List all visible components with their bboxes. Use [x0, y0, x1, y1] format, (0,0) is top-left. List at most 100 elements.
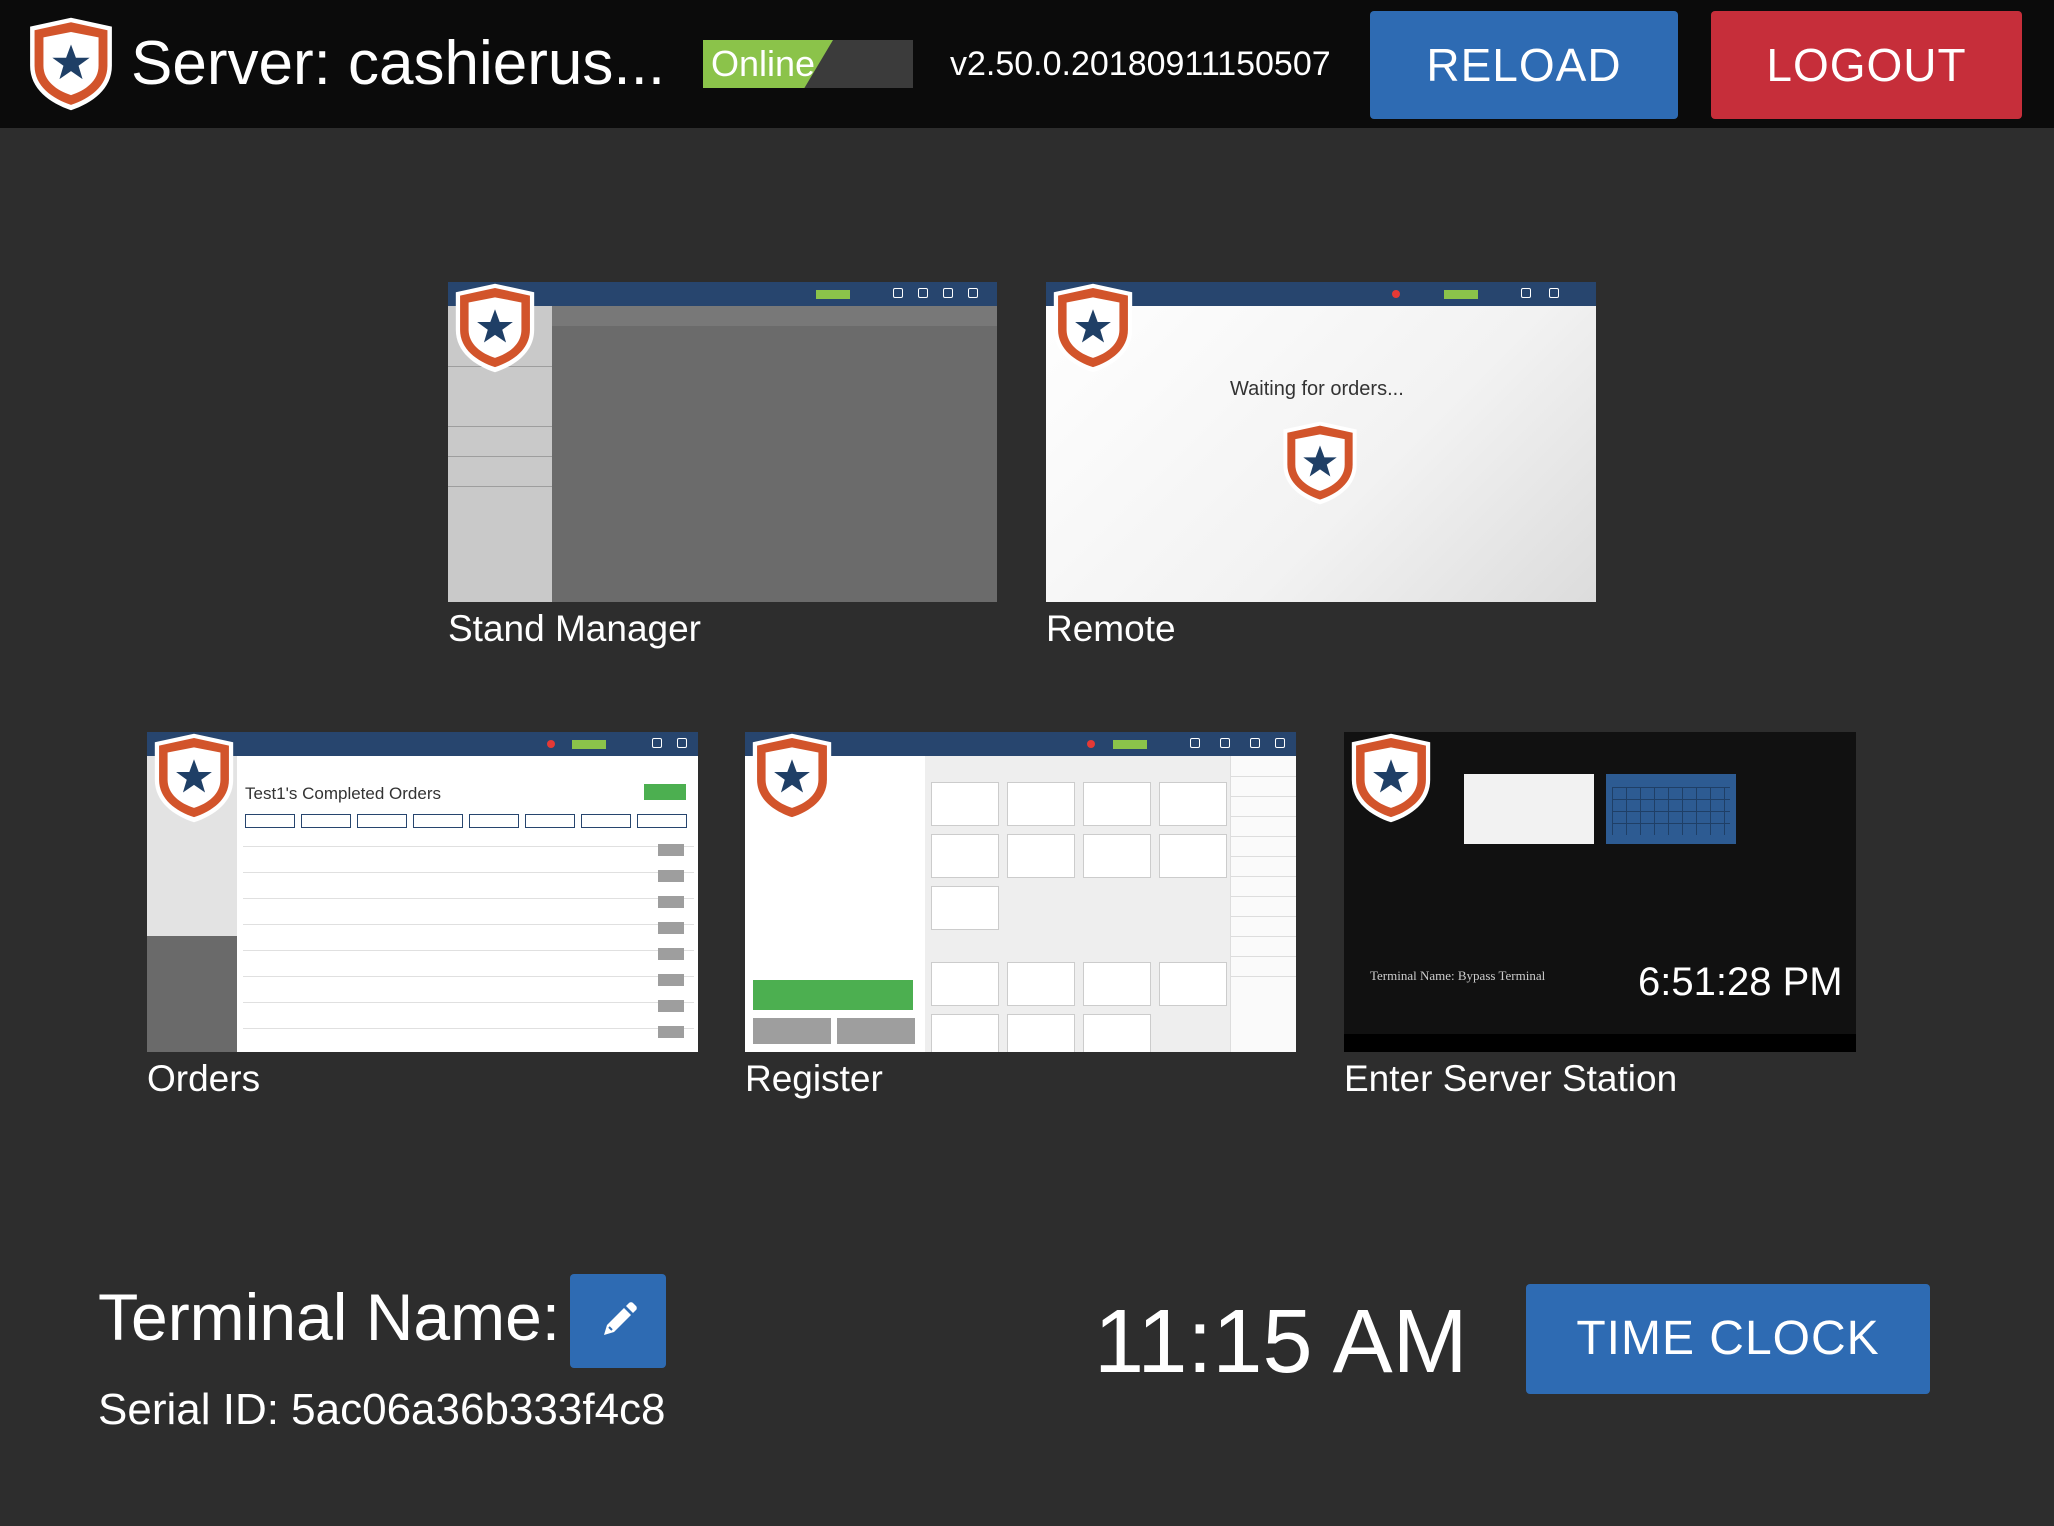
app-tile-orders[interactable]: Test1's Completed Orders Orders [147, 732, 698, 1102]
divider [1231, 976, 1296, 977]
app-label: Stand Manager [448, 608, 702, 649]
mini-keypad [1612, 787, 1730, 835]
exact-cash-button [753, 1018, 831, 1044]
waiting-text: Waiting for orders... [1230, 378, 1404, 400]
pencil-icon [604, 1302, 637, 1335]
divider [1231, 796, 1296, 797]
menu-icon [1521, 288, 1531, 298]
user-icon [1250, 738, 1260, 748]
serial-id: Serial ID: 5ac06a36b333f4c8 [98, 1385, 666, 1434]
product-tile [931, 834, 999, 878]
minus-icon [1220, 738, 1230, 748]
shield-logo-icon [26, 16, 116, 112]
preview-status [816, 290, 850, 299]
new-order-button [644, 784, 686, 800]
version-label: v2.50.0.20180911150507 [950, 45, 1331, 83]
notification-dot [1392, 290, 1400, 298]
divider [1231, 816, 1296, 817]
product-tile [1007, 782, 1075, 826]
closed-badge [658, 974, 684, 986]
edit-terminal-name-button[interactable] [570, 1274, 666, 1368]
product-tile [931, 782, 999, 826]
search-icon [893, 288, 903, 298]
app-label: Remote [1046, 608, 1176, 649]
closed-badge [658, 922, 684, 934]
column-header [469, 814, 519, 828]
table-row [243, 976, 694, 977]
product-grid [925, 756, 1230, 1052]
closed-badge [658, 1000, 684, 1012]
product-tile [1007, 1014, 1075, 1052]
reload-button[interactable]: RELOAD [1370, 11, 1678, 119]
shield-logo-icon [452, 282, 538, 374]
divider [448, 456, 552, 457]
table-row [243, 846, 694, 847]
product-tile [931, 1014, 999, 1052]
table-row [243, 924, 694, 925]
server-title: Server: cashierus... [131, 29, 666, 98]
divider [1231, 956, 1296, 957]
shield-logo-icon [151, 732, 237, 824]
closed-badge [658, 1026, 684, 1038]
notification-dot [1087, 740, 1095, 748]
divider [1231, 856, 1296, 857]
shield-logo-icon [1280, 420, 1360, 506]
gear-icon [968, 288, 978, 298]
minus-icon [918, 288, 928, 298]
orders-heading: Test1's Completed Orders [245, 784, 441, 803]
closed-badge [658, 948, 684, 960]
divider [1231, 776, 1296, 777]
closed-badge [658, 896, 684, 908]
divider [1231, 916, 1296, 917]
product-tile [1083, 834, 1151, 878]
time-clock-button[interactable]: TIME CLOCK [1526, 1284, 1930, 1394]
app-label: Register [745, 1058, 883, 1099]
user-icon [943, 288, 953, 298]
shield-logo-icon [749, 732, 835, 824]
column-header [301, 814, 351, 828]
shield-logo-icon [1348, 732, 1434, 824]
divider [1231, 876, 1296, 877]
app-tile-remote[interactable]: Waiting for orders... Remote [1046, 282, 1596, 652]
divider [448, 486, 552, 487]
app-tile-register[interactable]: Register [745, 732, 1296, 1102]
product-tile [1083, 962, 1151, 1006]
table-row [243, 898, 694, 899]
checkout-button [753, 980, 913, 1010]
column-header [637, 814, 687, 828]
preview-tabs [552, 306, 997, 326]
column-header [245, 814, 295, 828]
app-tile-enter-server-station[interactable]: Terminal Name: Bypass Terminal 6:51:28 P… [1344, 732, 1856, 1102]
column-header [413, 814, 463, 828]
preview-footer [1344, 1034, 1856, 1052]
preview-status [572, 740, 606, 749]
app-tile-stand-manager[interactable]: Stand Manager [448, 282, 997, 652]
gear-icon [1275, 738, 1285, 748]
divider [1231, 836, 1296, 837]
preview-terminal-name: Terminal Name: Bypass Terminal [1370, 968, 1546, 983]
divider [448, 426, 552, 427]
logout-button[interactable]: LOGOUT [1711, 11, 2022, 119]
current-time: 11:15 AM [1094, 1292, 1468, 1392]
status-badge: Online [703, 40, 913, 88]
divider [1231, 936, 1296, 937]
top-bar: Server: cashierus... Online v2.50.0.2018… [0, 0, 2054, 128]
search-icon [652, 738, 662, 748]
product-tile [1159, 962, 1227, 1006]
category-list [1230, 756, 1296, 1052]
closed-badge [658, 870, 684, 882]
product-tile [1007, 962, 1075, 1006]
table-row [243, 950, 694, 951]
status-text: Online [711, 43, 816, 84]
mini-screen-preview [1464, 774, 1594, 844]
divider [1231, 896, 1296, 897]
table-row [243, 1028, 694, 1029]
table-row [243, 872, 694, 873]
column-header [357, 814, 407, 828]
quick-credit-button [837, 1018, 915, 1044]
table-row [243, 1002, 694, 1003]
notification-dot [547, 740, 555, 748]
product-tile [931, 886, 999, 930]
column-header [525, 814, 575, 828]
product-tile [1159, 834, 1227, 878]
